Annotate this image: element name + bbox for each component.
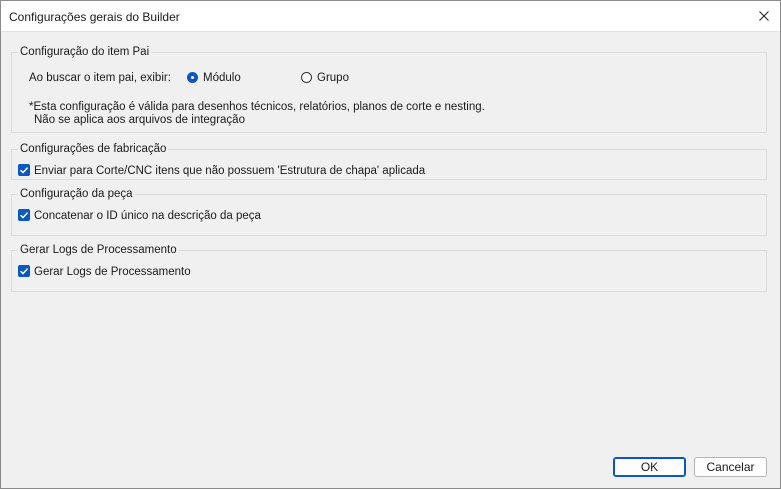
ok-button[interactable]: OK	[613, 457, 686, 477]
part-checkbox-label: Concatenar o ID único na descrição da pe…	[34, 210, 261, 222]
radio-grupo[interactable]: Grupo	[300, 71, 360, 85]
close-button[interactable]	[752, 4, 776, 28]
group-label-part: Configuração da peça	[18, 187, 135, 201]
radio-modulo-indicator[interactable]	[187, 72, 198, 83]
group-label-parent-item: Configuração do item Pai	[18, 45, 152, 59]
fabrication-checkbox[interactable]	[18, 164, 30, 176]
group-label-fabrication: Configurações de fabricação	[18, 142, 169, 156]
logs-checkbox[interactable]	[18, 265, 30, 277]
search-parent-label: Ao buscar o item pai, exibir:	[29, 72, 171, 84]
close-icon	[759, 11, 769, 21]
group-label-logs: Gerar Logs de Processamento	[18, 243, 179, 257]
cancel-button[interactable]: Cancelar	[694, 457, 767, 477]
settings-dialog: Configurações gerais do Builder Configur…	[0, 0, 781, 489]
config-note-line2: Não se aplica aos arquivos de integração	[34, 114, 245, 126]
radio-modulo-label: Módulo	[203, 72, 241, 84]
radio-modulo[interactable]: Módulo	[186, 71, 256, 85]
part-checkbox[interactable]	[18, 209, 30, 221]
group-fabrication: Configurações de fabricação Enviar para …	[11, 142, 767, 180]
logs-checkbox-label: Gerar Logs de Processamento	[34, 266, 191, 278]
title-bar: Configurações gerais do Builder	[1, 1, 780, 32]
group-logs: Gerar Logs de Processamento Gerar Logs d…	[11, 243, 767, 292]
radio-grupo-label: Grupo	[317, 72, 349, 84]
checkmark-icon	[19, 268, 29, 275]
radio-grupo-indicator[interactable]	[301, 72, 312, 83]
config-note-line1: *Esta configuração é válida para desenho…	[29, 101, 485, 113]
group-part: Configuração da peça Concatenar o ID úni…	[11, 187, 767, 236]
checkmark-icon	[19, 167, 29, 174]
fabrication-checkbox-label: Enviar para Corte/CNC itens que não poss…	[34, 165, 426, 177]
group-parent-item: Configuração do item Pai Ao buscar o ite…	[11, 45, 767, 133]
window-title: Configurações gerais do Builder	[9, 10, 180, 24]
checkmark-icon	[19, 212, 29, 219]
